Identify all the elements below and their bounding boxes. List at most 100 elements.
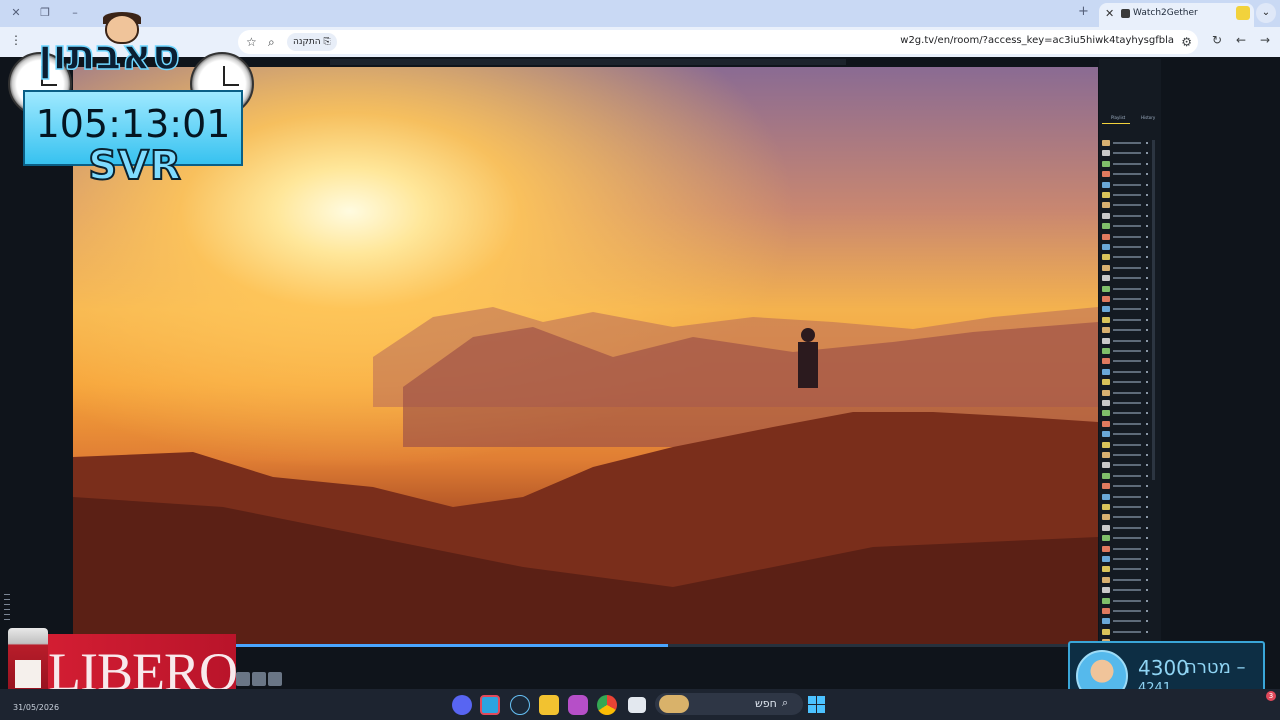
playlist-remove-icon[interactable] — [1146, 152, 1148, 155]
bee-icon[interactable] — [539, 695, 559, 715]
playlist-remove-icon[interactable] — [1146, 266, 1148, 269]
playlist-remove-icon[interactable] — [1146, 485, 1148, 488]
playlist-remove-icon[interactable] — [1146, 610, 1148, 612]
playlist-remove-icon[interactable] — [1146, 308, 1148, 311]
window-restore-icon[interactable]: ❐ — [37, 5, 53, 21]
playlist-item[interactable] — [1102, 212, 1154, 220]
new-tab-button[interactable]: + — [1078, 4, 1089, 19]
playlist-scrollbar[interactable] — [1152, 140, 1155, 480]
playlist-remove-icon[interactable] — [1146, 194, 1148, 196]
playlist-remove-icon[interactable] — [1146, 506, 1148, 508]
chrome-icon[interactable] — [597, 695, 617, 715]
playlist-remove-icon[interactable] — [1146, 433, 1148, 436]
playlist-item[interactable] — [1102, 316, 1154, 324]
playlist-item[interactable] — [1102, 430, 1154, 438]
telegram-icon[interactable] — [480, 695, 500, 715]
playlist-item[interactable] — [1102, 451, 1154, 459]
discord-icon[interactable] — [452, 695, 472, 715]
tab-close-icon[interactable]: ✕ — [1105, 7, 1114, 20]
window-close-icon[interactable]: ✕ — [8, 5, 24, 21]
reload-icon[interactable]: ↻ — [1212, 33, 1222, 47]
playlist-remove-icon[interactable] — [1146, 360, 1148, 363]
playlist-item[interactable] — [1102, 576, 1154, 584]
playlist-remove-icon[interactable] — [1146, 246, 1148, 248]
notification-badge[interactable]: 3 — [1266, 691, 1276, 701]
playlist-remove-icon[interactable] — [1146, 620, 1148, 623]
zoom-search-icon[interactable]: ⌕ — [268, 35, 275, 50]
playlist-remove-icon[interactable] — [1146, 381, 1148, 384]
extension-logo-icon[interactable] — [1236, 6, 1250, 20]
playlist-remove-icon[interactable] — [1146, 287, 1148, 290]
playlist-item[interactable] — [1102, 607, 1154, 615]
install-app-chip[interactable]: התקנה ⎘ — [287, 33, 337, 51]
playlist-remove-icon[interactable] — [1146, 370, 1148, 373]
playlist-remove-icon[interactable] — [1146, 589, 1148, 592]
playlist-item[interactable] — [1102, 441, 1154, 449]
playlist-item[interactable] — [1102, 409, 1154, 417]
tab-playlist[interactable]: Playlist — [1111, 115, 1125, 120]
playlist-remove-icon[interactable] — [1146, 495, 1148, 498]
playlist-item[interactable] — [1102, 347, 1154, 355]
playlist-item[interactable] — [1102, 524, 1154, 532]
playlist-item[interactable] — [1102, 160, 1154, 168]
playlist-item[interactable] — [1102, 337, 1154, 345]
bookmark-star-icon[interactable]: ☆ — [246, 35, 257, 49]
playlist-remove-icon[interactable] — [1146, 350, 1148, 352]
playlist-item[interactable] — [1102, 565, 1154, 573]
playlist-item[interactable] — [1102, 274, 1154, 282]
address-bar[interactable]: ☆ ⌕ התקנה ⎘ w2g.tv/en/room/?access_key=a… — [238, 30, 1198, 54]
playlist-item[interactable] — [1102, 222, 1154, 230]
playlist-item[interactable] — [1102, 357, 1154, 365]
playlist-remove-icon[interactable] — [1146, 318, 1148, 321]
playlist-item[interactable] — [1102, 181, 1154, 189]
playlist-remove-icon[interactable] — [1146, 183, 1148, 186]
playlist-item[interactable] — [1102, 586, 1154, 594]
playlist-remove-icon[interactable] — [1146, 422, 1148, 425]
playlist-item[interactable] — [1102, 493, 1154, 501]
taskbar-search[interactable] — [655, 693, 803, 715]
playlist-item[interactable] — [1102, 482, 1154, 490]
url-text[interactable]: w2g.tv/en/room/?access_key=ac3iu5hiwk4ta… — [900, 35, 1174, 46]
playlist-remove-icon[interactable] — [1146, 204, 1148, 207]
playlist-item[interactable] — [1102, 170, 1154, 178]
playlist-remove-icon[interactable] — [1146, 454, 1148, 456]
playlist-item[interactable] — [1102, 545, 1154, 553]
playlist-item[interactable] — [1102, 253, 1154, 261]
playlist-remove-icon[interactable] — [1146, 412, 1148, 415]
playlist-item[interactable] — [1102, 513, 1154, 521]
playlist-remove-icon[interactable] — [1146, 256, 1148, 259]
playlist-remove-icon[interactable] — [1146, 162, 1148, 165]
playlist-item[interactable] — [1102, 628, 1154, 636]
windows-start-icon[interactable] — [808, 696, 825, 713]
playlist-remove-icon[interactable] — [1146, 526, 1148, 529]
playlist-item[interactable] — [1102, 461, 1154, 469]
back-icon[interactable]: ← — [1236, 33, 1246, 47]
playlist-remove-icon[interactable] — [1146, 298, 1148, 300]
playlist-remove-icon[interactable] — [1146, 391, 1148, 394]
playlist-remove-icon[interactable] — [1146, 558, 1148, 560]
playlist-remove-icon[interactable] — [1146, 339, 1148, 342]
playlist-remove-icon[interactable] — [1146, 599, 1148, 602]
playlist-item[interactable] — [1102, 191, 1154, 199]
playlist-item[interactable] — [1102, 597, 1154, 605]
playlist-remove-icon[interactable] — [1146, 474, 1148, 477]
playlist-item[interactable] — [1102, 378, 1154, 386]
playlist-remove-icon[interactable] — [1146, 235, 1148, 238]
playlist-remove-icon[interactable] — [1146, 464, 1148, 467]
playlist-remove-icon[interactable] — [1146, 568, 1148, 571]
playlist-item[interactable] — [1102, 399, 1154, 407]
playlist-remove-icon[interactable] — [1146, 516, 1148, 519]
playlist-item[interactable] — [1102, 243, 1154, 251]
playlist-item[interactable] — [1102, 472, 1154, 480]
playlist-remove-icon[interactable] — [1146, 214, 1148, 217]
tab-history[interactable]: History — [1141, 115, 1155, 120]
playlist-item[interactable] — [1102, 233, 1154, 241]
widgets-icon[interactable] — [659, 695, 689, 713]
playlist-remove-icon[interactable] — [1146, 402, 1148, 404]
playlist-item[interactable] — [1102, 326, 1154, 334]
playlist-remove-icon[interactable] — [1146, 443, 1148, 446]
playlist-remove-icon[interactable] — [1146, 142, 1148, 144]
playlist-item[interactable] — [1102, 389, 1154, 397]
playlist-item[interactable] — [1102, 555, 1154, 563]
playlist-item[interactable] — [1102, 201, 1154, 209]
